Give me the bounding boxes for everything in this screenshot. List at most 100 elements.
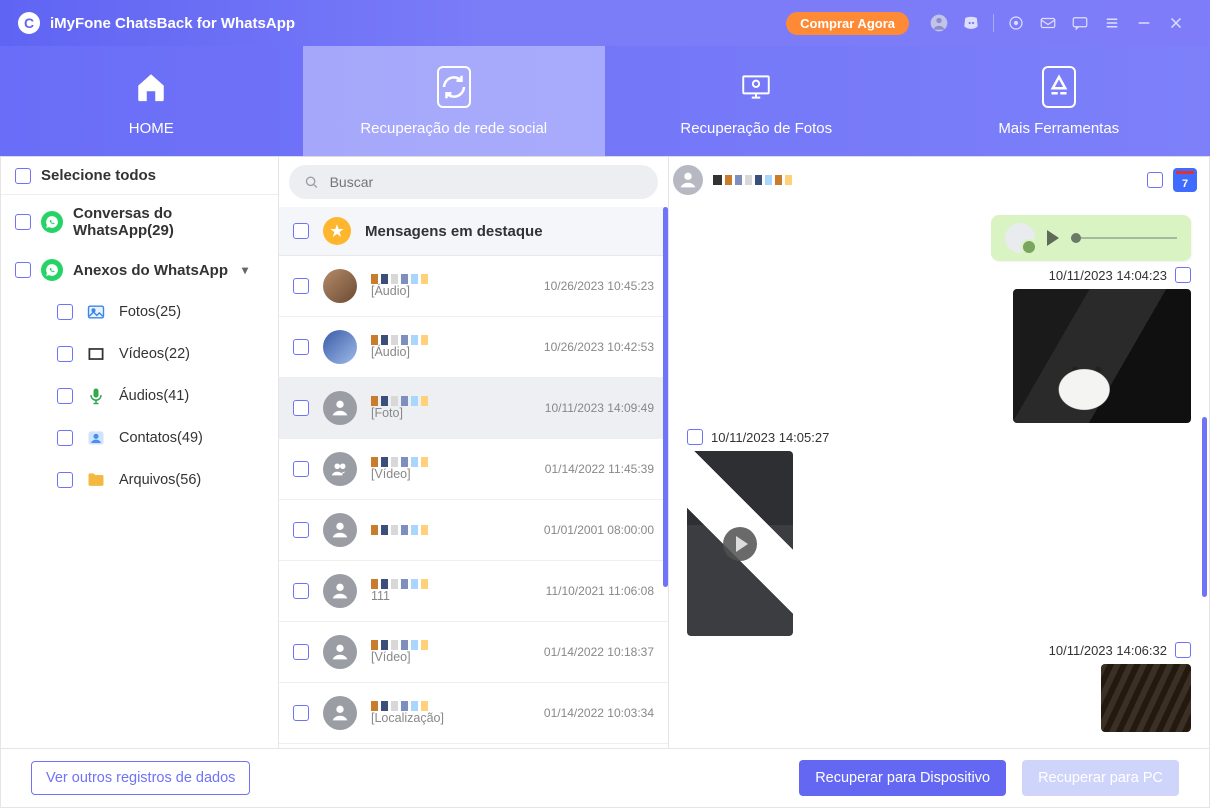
scrollbar[interactable]: [663, 207, 668, 587]
list-item[interactable]: 111 11/10/2021 11:06:08: [279, 561, 668, 622]
item-checkbox[interactable]: [293, 278, 309, 294]
buy-now-button[interactable]: Comprar Agora: [786, 12, 909, 35]
tab-tools-label: Mais Ferramentas: [998, 120, 1119, 137]
photos-checkbox[interactable]: [57, 304, 73, 320]
item-name: [371, 579, 532, 589]
feedback-icon[interactable]: [1067, 10, 1093, 36]
sidebar-item-files[interactable]: Arquivos(56): [57, 459, 278, 501]
image-attachment[interactable]: [1013, 289, 1191, 423]
list-item[interactable]: [Foto]10/11/2023 14:09:49: [279, 378, 668, 439]
chat-message: [687, 289, 1191, 423]
files-checkbox[interactable]: [57, 472, 73, 488]
attachments-label: Anexos do WhatsApp: [73, 262, 228, 279]
recover-pc-button[interactable]: Recuperar para PC: [1022, 760, 1179, 796]
item-sub: [Áudio]: [371, 345, 530, 359]
item-checkbox[interactable]: [293, 461, 309, 477]
minimize-icon[interactable]: [1131, 10, 1157, 36]
list-item[interactable]: [Vídeo]01/14/2022 10:18:37: [279, 622, 668, 683]
chevron-down-icon: ▾: [242, 263, 248, 277]
sidebar-item-audios[interactable]: Áudios(41): [57, 375, 278, 417]
video-attachment[interactable]: [687, 451, 793, 636]
videos-checkbox[interactable]: [57, 346, 73, 362]
close-icon[interactable]: [1163, 10, 1189, 36]
item-checkbox[interactable]: [293, 400, 309, 416]
audios-checkbox[interactable]: [57, 388, 73, 404]
chat-message: 10/11/2023 14:06:32: [687, 642, 1191, 658]
msg-checkbox[interactable]: [687, 429, 703, 445]
audios-label: Áudios(41): [119, 388, 189, 404]
item-name: [371, 701, 530, 711]
sidebar-item-photos[interactable]: Fotos(25): [57, 291, 278, 333]
chat-contact-name: [713, 175, 793, 185]
item-checkbox[interactable]: [293, 583, 309, 599]
msg-checkbox[interactable]: [1175, 267, 1191, 283]
msg-checkbox[interactable]: [1175, 642, 1191, 658]
sidebar-item-videos[interactable]: Vídeos(22): [57, 333, 278, 375]
star-icon: ★: [323, 217, 351, 245]
image-attachment[interactable]: [1101, 664, 1191, 732]
item-timestamp: 11/10/2021 11:06:08: [546, 584, 654, 598]
play-icon[interactable]: [723, 527, 757, 561]
avatar: [323, 269, 357, 303]
list-item[interactable]: [Áudio]10/26/2023 10:45:23: [279, 256, 668, 317]
list-header: ★ Mensagens em destaque: [279, 207, 668, 256]
message-timestamp: 10/11/2023 14:06:32: [1049, 642, 1191, 658]
other-logs-button[interactable]: Ver outros registros de dados: [31, 761, 250, 795]
item-name: [371, 640, 530, 650]
select-all-label: Selecione todos: [41, 167, 156, 184]
folder-icon: [85, 469, 107, 491]
list-header-checkbox[interactable]: [293, 223, 309, 239]
item-sub: 111: [371, 589, 532, 603]
video-icon: [85, 343, 107, 365]
conversation-list-panel: ★ Mensagens em destaque [Áudio]10/26/202…: [279, 157, 669, 748]
app-logo: C: [18, 12, 40, 34]
select-all-row[interactable]: Selecione todos: [1, 157, 278, 194]
sidebar-item-contacts[interactable]: Contatos(49): [57, 417, 278, 459]
list-item[interactable]: 01/01/2001 08:00:00: [279, 500, 668, 561]
chat-header: 7: [669, 157, 1209, 203]
audio-message[interactable]: [991, 215, 1191, 261]
account-icon[interactable]: [926, 10, 952, 36]
item-checkbox[interactable]: [293, 705, 309, 721]
item-name: [371, 335, 530, 345]
appstore-icon: [1042, 66, 1076, 108]
sidebar-attachments[interactable]: Anexos do WhatsApp ▾: [1, 249, 278, 291]
tab-home[interactable]: HOME: [0, 46, 303, 156]
search-icon: [303, 173, 320, 191]
chat-message: [687, 215, 1191, 261]
item-timestamp: 01/14/2022 10:03:34: [544, 706, 654, 720]
item-checkbox[interactable]: [293, 522, 309, 538]
list-item[interactable]: [Vídeo]01/14/2022 11:45:39: [279, 439, 668, 500]
search-bar[interactable]: [289, 165, 658, 199]
item-checkbox[interactable]: [293, 339, 309, 355]
item-sub: [Vídeo]: [371, 467, 531, 481]
item-name: [371, 525, 530, 535]
target-icon[interactable]: [1003, 10, 1029, 36]
contacts-label: Contatos(49): [119, 430, 203, 446]
search-input[interactable]: [330, 174, 644, 190]
tab-photo-recovery[interactable]: Recuperação de Fotos: [605, 46, 908, 156]
whatsapp-icon: [41, 211, 63, 233]
conversations-checkbox[interactable]: [15, 214, 31, 230]
tab-more-tools[interactable]: Mais Ferramentas: [908, 46, 1210, 156]
play-icon[interactable]: [1047, 230, 1059, 246]
calendar-icon[interactable]: 7: [1173, 168, 1197, 192]
audio-track[interactable]: [1071, 237, 1177, 239]
recover-device-button[interactable]: Recuperar para Dispositivo: [799, 760, 1006, 796]
list-item[interactable]: [Localização]01/14/2022 10:03:34: [279, 683, 668, 744]
item-timestamp: 01/01/2001 08:00:00: [544, 523, 654, 537]
sidebar-conversations[interactable]: Conversas do WhatsApp(29): [1, 195, 278, 249]
chat-body: 10/11/2023 14:04:2310/11/2023 14:05:2710…: [669, 203, 1209, 748]
scrollbar[interactable]: [1202, 417, 1207, 597]
menu-icon[interactable]: [1099, 10, 1125, 36]
tab-social-recovery[interactable]: Recuperação de rede social: [303, 46, 606, 156]
item-checkbox[interactable]: [293, 644, 309, 660]
chat-message: [687, 664, 1191, 732]
attachments-checkbox[interactable]: [15, 262, 31, 278]
list-item[interactable]: [Áudio]10/26/2023 10:42:53: [279, 317, 668, 378]
select-all-checkbox[interactable]: [15, 168, 31, 184]
contacts-checkbox[interactable]: [57, 430, 73, 446]
mail-icon[interactable]: [1035, 10, 1061, 36]
chat-select-checkbox[interactable]: [1147, 172, 1163, 188]
discord-icon[interactable]: [958, 10, 984, 36]
